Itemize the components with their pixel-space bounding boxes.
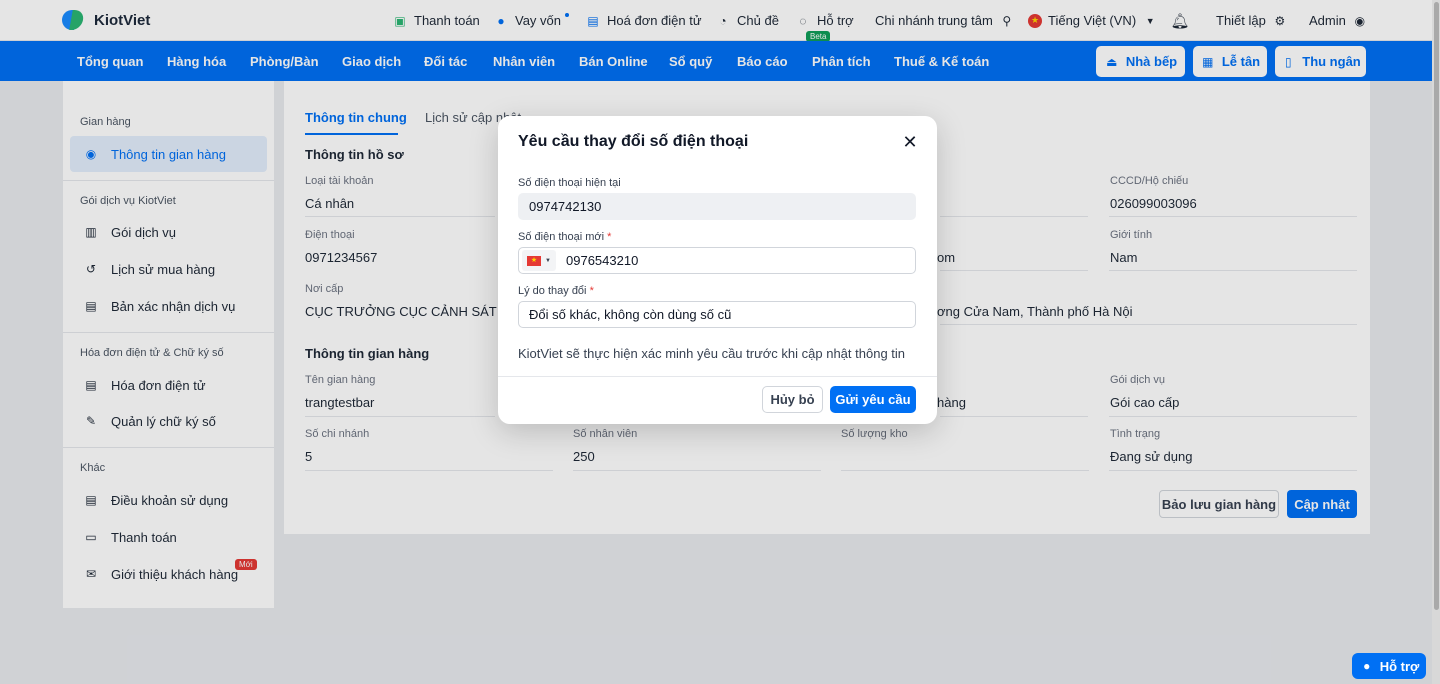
dialog-title: Yêu cầu thay đổi số điện thoại <box>518 133 749 150</box>
cancel-button[interactable]: Hủy bỏ <box>762 386 823 413</box>
dialog-divider <box>498 376 937 377</box>
new-phone-label: Số điện thoại mới * <box>518 231 612 243</box>
floating-support-button[interactable]: ● Hỗ trợ <box>1352 653 1426 679</box>
chat-bubble-icon: ● <box>1363 659 1371 673</box>
required-mark: * <box>607 231 612 243</box>
reason-input[interactable]: Đổi số khác, không còn dùng số cũ <box>518 301 916 328</box>
caret-down-icon: ▼ <box>545 257 551 264</box>
required-mark: * <box>589 285 594 297</box>
reason-label: Lý do thay đổi * <box>518 285 594 297</box>
country-code-selector[interactable]: ★ ▼ <box>522 250 556 271</box>
current-phone-label: Số điện thoại hiện tại <box>518 177 621 189</box>
verification-note: KiotViet sẽ thực hiện xác minh yêu cầu t… <box>518 346 906 361</box>
change-phone-dialog: Yêu cầu thay đổi số điện thoại ✕ Số điện… <box>498 116 937 424</box>
current-phone-field: 0974742130 <box>518 193 916 220</box>
close-icon[interactable]: ✕ <box>901 132 919 152</box>
vietnam-flag-icon: ★ <box>527 255 542 266</box>
submit-request-button[interactable]: Gửi yêu cầu <box>830 386 916 413</box>
new-phone-input[interactable]: ★ ▼ 0976543210 <box>518 247 916 274</box>
